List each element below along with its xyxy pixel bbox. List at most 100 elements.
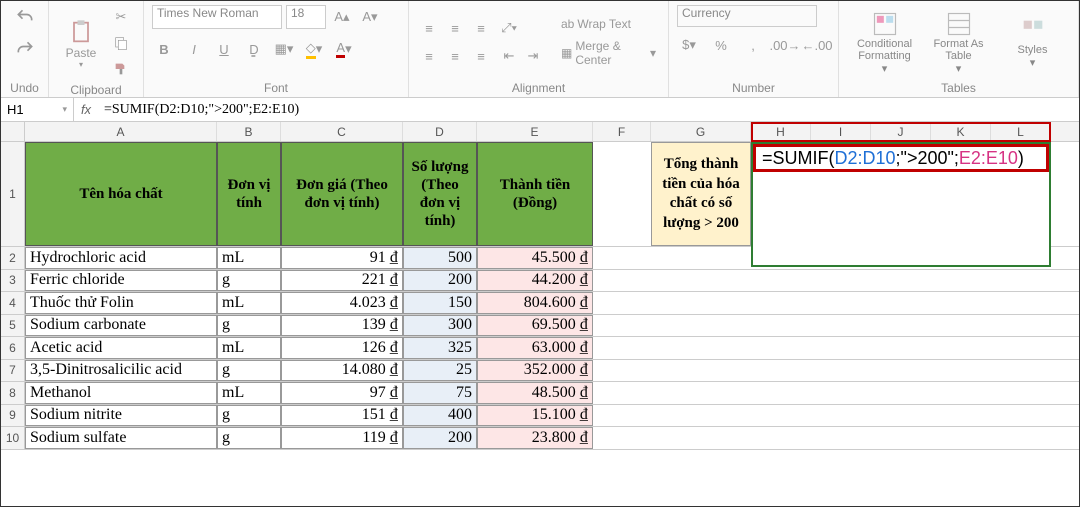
cell[interactable]: 200 <box>403 270 477 292</box>
header-cell-B[interactable]: Đơn vị tính <box>217 142 281 246</box>
row-header-1[interactable]: 1 <box>1 142 25 246</box>
cell[interactable] <box>593 427 651 449</box>
row-header[interactable]: 7 <box>1 360 25 382</box>
cell[interactable]: 139 ₫ <box>281 315 403 337</box>
double-underline-icon[interactable]: D̳ <box>242 37 266 61</box>
header-cell-D[interactable]: Số lượng (Theo đơn vị tính) <box>403 142 477 246</box>
cell[interactable]: 48.500 ₫ <box>477 382 593 404</box>
align-right-icon[interactable]: ≡ <box>469 44 493 68</box>
row-header[interactable]: 6 <box>1 337 25 359</box>
decrease-font-icon[interactable]: A▾ <box>358 5 382 29</box>
cell[interactable] <box>651 247 751 269</box>
cell[interactable]: Thuốc thử Folin <box>25 292 217 314</box>
cut-icon[interactable]: ✂ <box>109 5 133 29</box>
cell[interactable]: 97 ₫ <box>281 382 403 404</box>
col-header-J[interactable]: J <box>871 122 931 141</box>
cell[interactable]: 325 <box>403 337 477 359</box>
paste-button[interactable]: Paste ▾ <box>57 18 105 69</box>
cell[interactable]: 500 <box>403 247 477 269</box>
increase-font-icon[interactable]: A▴ <box>330 5 354 29</box>
row-header[interactable]: 5 <box>1 315 25 337</box>
comma-icon[interactable]: , <box>741 33 765 57</box>
cell[interactable] <box>593 247 651 269</box>
decrease-indent-icon[interactable]: ⇤ <box>497 44 521 68</box>
cell[interactable] <box>651 315 751 337</box>
cell[interactable]: Sodium carbonate <box>25 315 217 337</box>
col-header-C[interactable]: C <box>281 122 403 141</box>
cell[interactable]: 126 ₫ <box>281 337 403 359</box>
col-header-K[interactable]: K <box>931 122 991 141</box>
wrap-text-button[interactable]: abWrap Text <box>557 15 660 33</box>
cell[interactable] <box>651 270 751 292</box>
name-box[interactable]: H1▾ <box>1 98 74 121</box>
increase-decimal-icon[interactable]: .00→ <box>773 33 797 57</box>
percent-icon[interactable]: % <box>709 33 733 57</box>
cell[interactable]: 221 ₫ <box>281 270 403 292</box>
cell[interactable]: Sodium sulfate <box>25 427 217 449</box>
cell[interactable]: 151 ₫ <box>281 405 403 427</box>
cell[interactable]: mL <box>217 382 281 404</box>
cell[interactable]: 119 ₫ <box>281 427 403 449</box>
cell[interactable]: 44.200 ₫ <box>477 270 593 292</box>
formula-editing-text[interactable]: =SUMIF(D2:D10;">200";E2:E10) <box>753 144 1049 172</box>
spreadsheet-grid[interactable]: A B C D E F G H I J K L 1 Tên hóa chất Đ… <box>1 122 1079 450</box>
cell[interactable] <box>651 292 751 314</box>
formula-input[interactable]: =SUMIF(D2:D10;">200";E2:E10) <box>98 102 1079 118</box>
cell[interactable]: g <box>217 360 281 382</box>
redo-icon[interactable] <box>13 37 37 61</box>
cell[interactable] <box>593 382 651 404</box>
cell[interactable]: Ferric chloride <box>25 270 217 292</box>
cell[interactable] <box>651 405 751 427</box>
decrease-decimal-icon[interactable]: ←.00 <box>805 33 829 57</box>
cell[interactable]: g <box>217 315 281 337</box>
currency-icon[interactable]: $▾ <box>677 33 701 57</box>
row-header[interactable]: 3 <box>1 270 25 292</box>
borders-icon[interactable]: ▦▾ <box>272 37 296 61</box>
col-header-A[interactable]: A <box>25 122 217 141</box>
cell[interactable]: 804.600 ₫ <box>477 292 593 314</box>
font-name-select[interactable]: Times New Roman <box>152 5 282 29</box>
cell[interactable] <box>651 360 751 382</box>
increase-indent-icon[interactable]: ⇥ <box>521 44 545 68</box>
cell[interactable] <box>593 360 651 382</box>
format-as-table-button[interactable]: Format As Table ▾ <box>928 10 990 75</box>
align-left-icon[interactable]: ≡ <box>417 44 441 68</box>
col-header-B[interactable]: B <box>217 122 281 141</box>
align-bottom-icon[interactable]: ≡ <box>469 16 493 40</box>
header-cell-C[interactable]: Đơn giá (Theo đơn vị tính) <box>281 142 403 246</box>
cell[interactable]: 63.000 ₫ <box>477 337 593 359</box>
row-header[interactable]: 4 <box>1 292 25 314</box>
undo-icon[interactable] <box>13 5 37 29</box>
cell[interactable]: 300 <box>403 315 477 337</box>
copy-icon[interactable] <box>109 31 133 55</box>
cell[interactable]: 25 <box>403 360 477 382</box>
cell[interactable] <box>651 337 751 359</box>
italic-button[interactable]: I <box>182 37 206 61</box>
col-header-E[interactable]: E <box>477 122 593 141</box>
cell[interactable]: mL <box>217 337 281 359</box>
cell[interactable]: 150 <box>403 292 477 314</box>
conditional-formatting-button[interactable]: Conditional Formatting ▾ <box>854 10 916 75</box>
cell-F1[interactable] <box>593 142 651 246</box>
cell-G1[interactable]: Tổng thành tiền của hóa chất có số lượng… <box>651 142 751 246</box>
align-middle-icon[interactable]: ≡ <box>443 16 467 40</box>
cell[interactable]: mL <box>217 292 281 314</box>
cell[interactable]: 23.800 ₫ <box>477 427 593 449</box>
cell[interactable]: g <box>217 270 281 292</box>
font-size-select[interactable]: 18 <box>286 5 326 29</box>
cell[interactable] <box>593 292 651 314</box>
cell[interactable] <box>651 427 751 449</box>
cell[interactable]: mL <box>217 247 281 269</box>
active-cell-editor[interactable]: =SUMIF(D2:D10;">200";E2:E10) <box>751 142 1051 267</box>
header-cell-E[interactable]: Thành tiền (Đồng) <box>477 142 593 246</box>
cell[interactable] <box>593 405 651 427</box>
fill-color-icon[interactable]: ◇▾ <box>302 37 326 61</box>
col-header-F[interactable]: F <box>593 122 651 141</box>
align-center-icon[interactable]: ≡ <box>443 44 467 68</box>
cell[interactable]: 200 <box>403 427 477 449</box>
cell[interactable]: Sodium nitrite <box>25 405 217 427</box>
select-all-corner[interactable] <box>1 122 25 141</box>
col-header-G[interactable]: G <box>651 122 751 141</box>
col-header-I[interactable]: I <box>811 122 871 141</box>
cell[interactable]: 400 <box>403 405 477 427</box>
